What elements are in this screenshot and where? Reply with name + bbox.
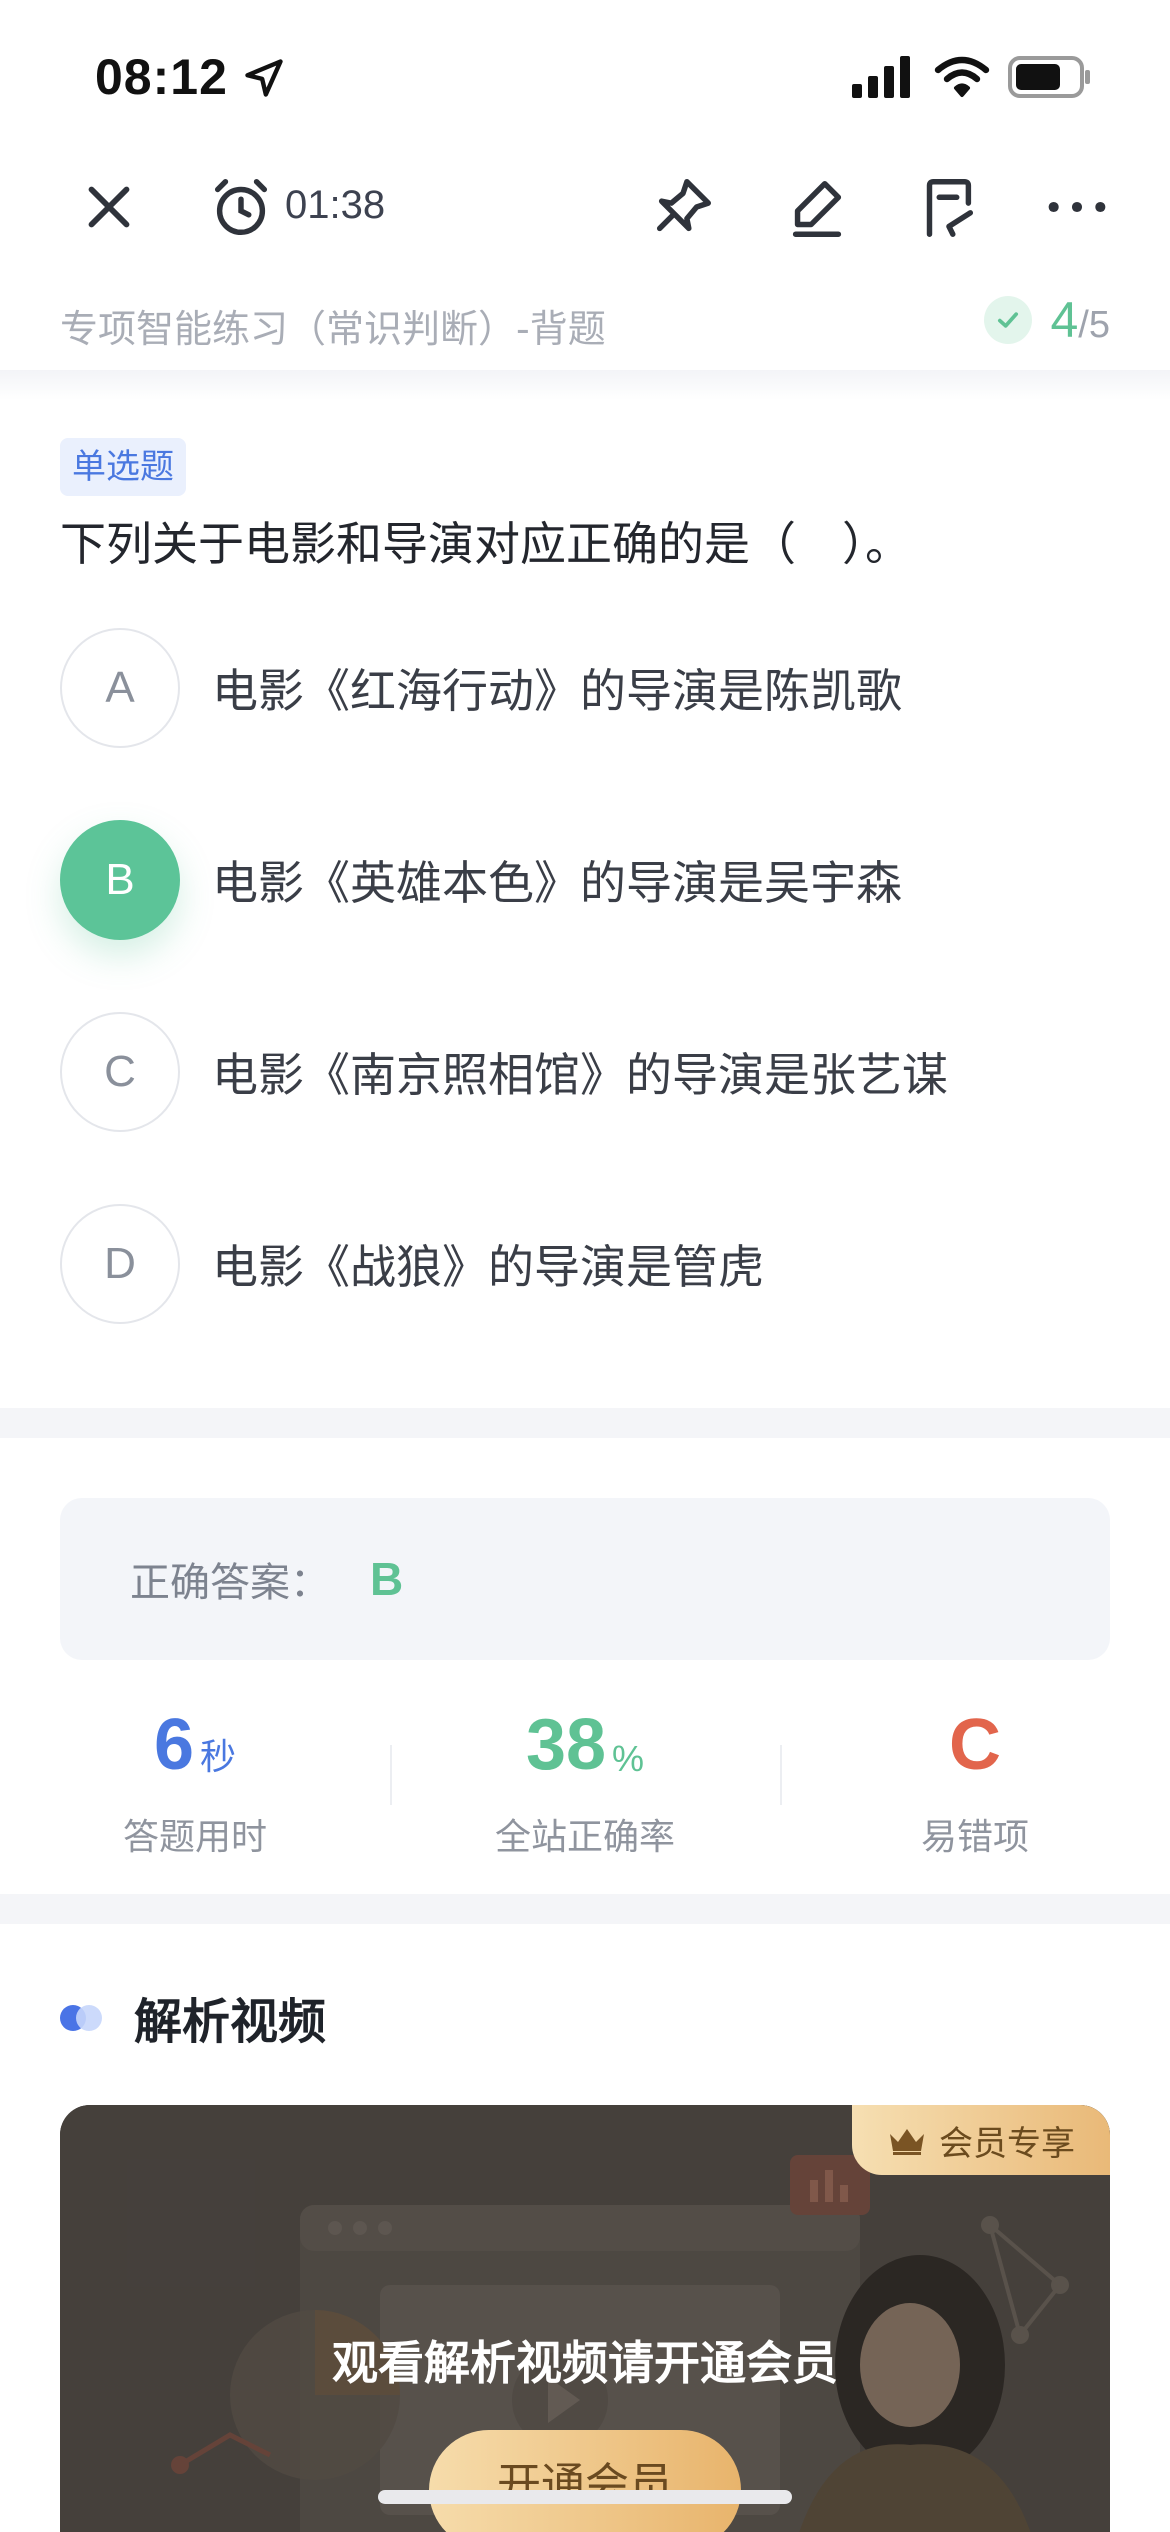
edit-pen-icon[interactable] xyxy=(782,172,852,242)
vip-only-badge: 会员专享 xyxy=(852,2105,1110,2175)
question-text: 下列关于电影和导演对应正确的是（ ）。 xyxy=(60,517,911,571)
crown-icon xyxy=(890,2129,924,2155)
option-text: 电影《战狼》的导演是管虎 xyxy=(212,1240,764,1294)
video-section-title: 解析视频 xyxy=(134,1994,327,2050)
close-icon[interactable] xyxy=(74,172,144,242)
option-b[interactable]: B 电影《英雄本色》的导演是吴宇森 xyxy=(60,820,1120,940)
open-membership-button[interactable]: 开通会员 xyxy=(429,2430,741,2532)
alarm-clock-icon[interactable] xyxy=(206,172,276,242)
stat-unit: % xyxy=(612,1738,645,1779)
progress-current: 4 xyxy=(1050,292,1079,348)
correct-answer-value: B xyxy=(370,1553,404,1605)
note-correction-icon[interactable] xyxy=(912,172,982,242)
home-indicator[interactable] xyxy=(378,2490,792,2504)
question-progress: 4 /5 xyxy=(984,290,1110,350)
video-membership-message: 观看解析视频请开通会员 xyxy=(332,2336,838,2390)
toolbar xyxy=(0,160,1170,300)
stat-label: 答题用时 xyxy=(122,1817,267,1858)
timer-text: 01:38 xyxy=(285,183,386,227)
question-type-tag: 单选题 xyxy=(60,438,186,496)
option-c[interactable]: C 电影《南京照相馆》的导演是张艺谋 xyxy=(60,1012,1120,1132)
stat-label: 全站正确率 xyxy=(494,1817,675,1858)
stat-label: 易错项 xyxy=(920,1817,1029,1858)
section-divider xyxy=(0,1894,1170,1924)
more-dots-icon[interactable] xyxy=(1042,172,1112,242)
practice-subtitle: 专项智能练习（常识判断）-背题 xyxy=(60,307,606,351)
option-text: 电影《南京照相馆》的导演是张艺谋 xyxy=(212,1048,948,1102)
status-time: 08:12 xyxy=(95,49,228,105)
location-arrow-icon xyxy=(245,59,283,97)
wifi-icon xyxy=(934,56,990,97)
stat-value: 6 xyxy=(153,1705,195,1785)
option-letter: A xyxy=(60,628,180,748)
check-icon xyxy=(984,296,1033,344)
status-bar: 08:12 xyxy=(0,0,1170,150)
cellular-signal-icon xyxy=(852,56,910,98)
stat-value: C xyxy=(949,1705,1001,1785)
header-shadow xyxy=(0,370,1170,400)
vip-badge-text: 会员专享 xyxy=(939,2123,1075,2164)
option-letter: C xyxy=(60,1012,180,1132)
option-letter: B xyxy=(60,820,180,940)
option-text: 电影《红海行动》的导演是陈凯歌 xyxy=(212,664,902,718)
option-a[interactable]: A 电影《红海行动》的导演是陈凯歌 xyxy=(60,628,1120,748)
correct-answer-box: 正确答案： B xyxy=(60,1498,1110,1660)
pin-icon[interactable] xyxy=(648,172,718,242)
option-letter: D xyxy=(60,1204,180,1324)
stat-answer-time: 6 秒 答题用时 xyxy=(0,1700,390,1860)
section-divider xyxy=(0,1408,1170,1438)
option-d[interactable]: D 电影《战狼》的导演是管虎 xyxy=(60,1204,1120,1324)
option-text: 电影《英雄本色》的导演是吴宇森 xyxy=(212,856,902,910)
analysis-video-card[interactable]: 会员专享 观看解析视频请开通会员 开通会员 xyxy=(60,2105,1110,2532)
stat-value: 38 xyxy=(525,1705,607,1785)
stat-unit: 秒 xyxy=(200,1736,237,1777)
battery-icon xyxy=(1008,56,1090,98)
correct-answer-label: 正确答案： xyxy=(130,1560,330,1606)
section-dots-icon xyxy=(60,2002,110,2032)
progress-total: /5 xyxy=(1078,303,1110,346)
stat-common-error: C 易错项 xyxy=(780,1700,1170,1860)
stat-accuracy: 38 % 全站正确率 xyxy=(390,1700,780,1860)
video-section-heading: 解析视频 xyxy=(60,1982,326,2052)
